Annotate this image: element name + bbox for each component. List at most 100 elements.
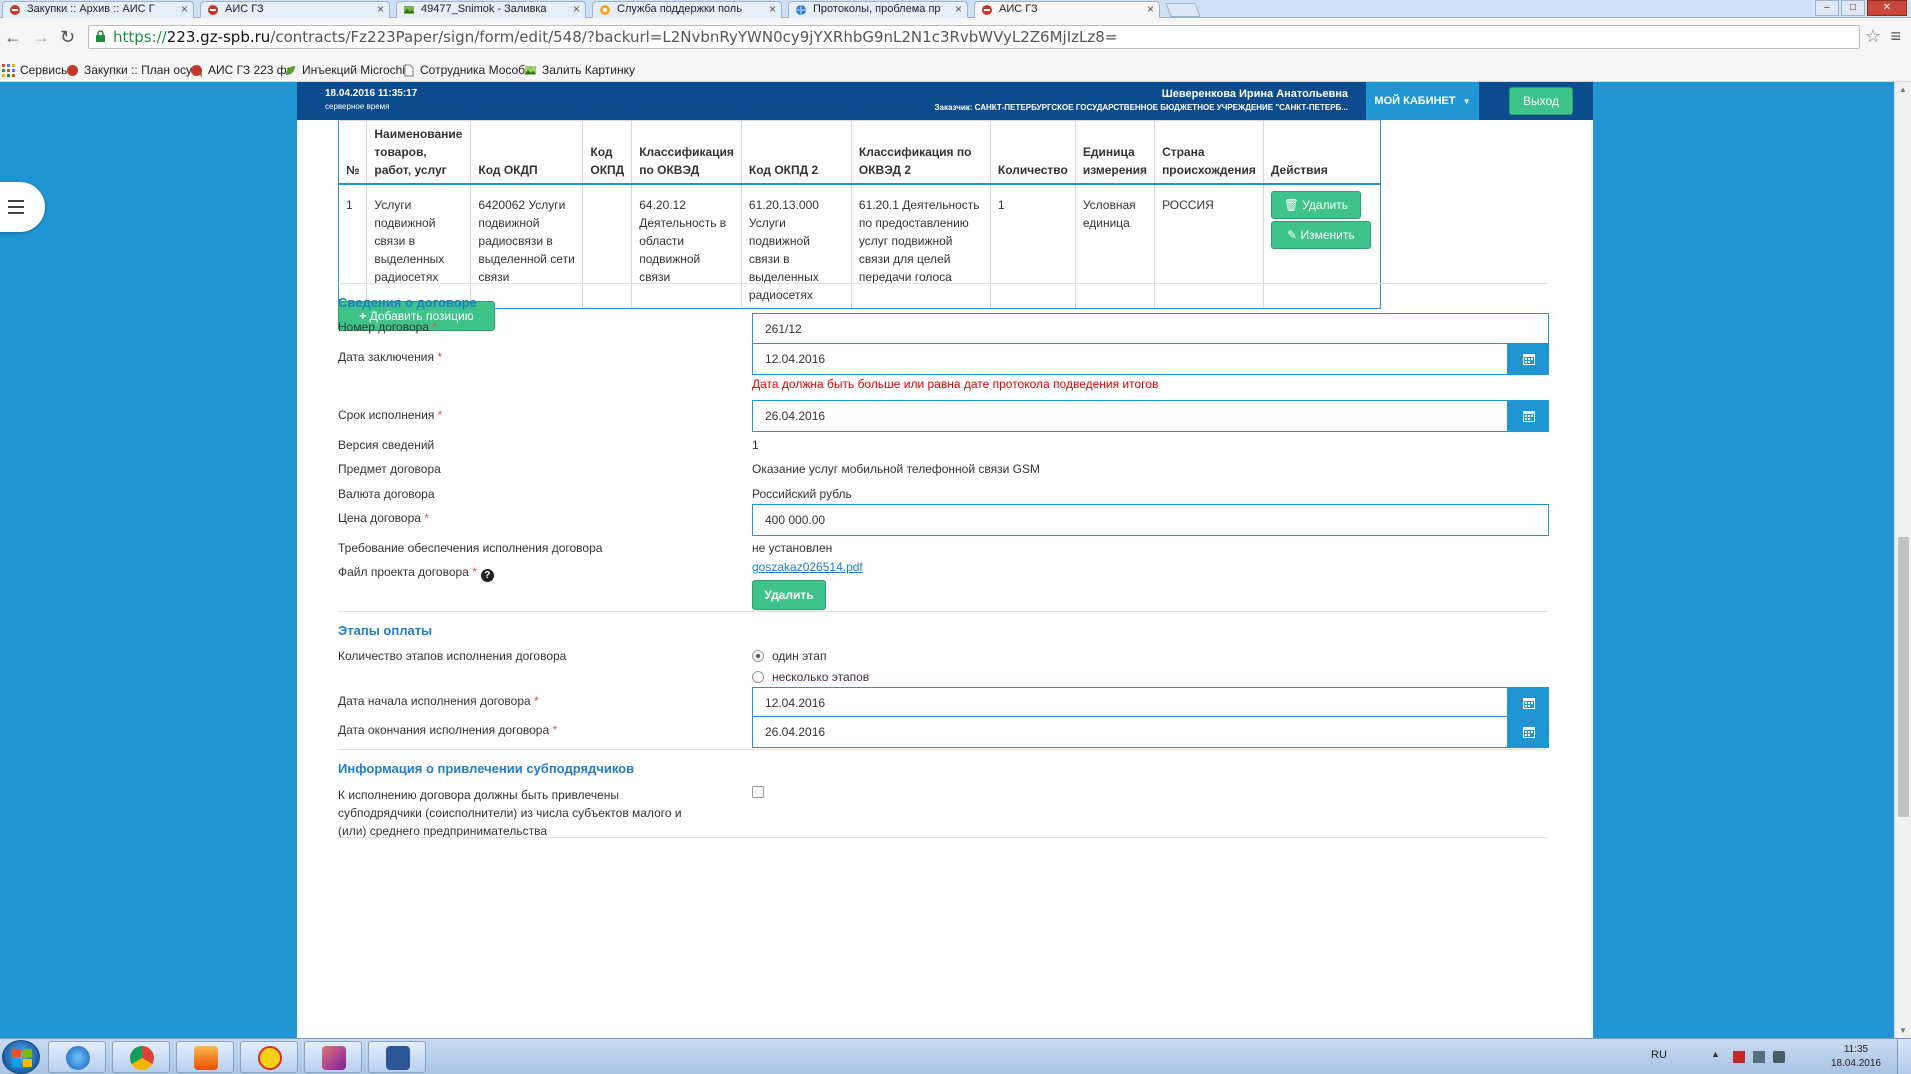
- bookmark-mosobl[interactable]: Сотрудника Мособл: [402, 63, 532, 77]
- divider: [338, 837, 1548, 838]
- contract-number-input[interactable]: [752, 313, 1549, 345]
- taskbar-1c[interactable]: [240, 1041, 298, 1073]
- col-header-name: Наименование товаров, работ, услуг: [366, 120, 472, 185]
- vertical-scrollbar[interactable]: ▲ ▼: [1894, 82, 1911, 1038]
- bookmark-label: АИС ГЗ 223 фз: [208, 63, 293, 77]
- back-arrow-icon[interactable]: ←: [4, 28, 22, 46]
- minimize-icon[interactable]: –: [1815, 0, 1839, 16]
- language-indicator[interactable]: RU: [1651, 1049, 1667, 1061]
- windows-logo-icon: [12, 1049, 32, 1067]
- tray-network-icon[interactable]: [1753, 1051, 1765, 1063]
- end-date-label: Дата окончания исполнения договора *: [338, 723, 558, 737]
- system-clock[interactable]: 11:35 18.04.2016: [1831, 1043, 1881, 1071]
- divider: [338, 749, 1548, 750]
- tab-close-icon[interactable]: ×: [573, 2, 580, 17]
- taskbar-word[interactable]: [368, 1041, 426, 1073]
- bookmarks-bar: Сервисы Закупки :: План осущ АИС ГЗ 223 …: [0, 58, 1911, 82]
- tray-expand-icon[interactable]: ▲: [1711, 1049, 1723, 1061]
- scroll-up-icon[interactable]: ▲: [1899, 85, 1907, 94]
- subcontractors-section-title: Информация о привлечении субподрядчиков: [338, 761, 635, 776]
- browser-tab-2[interactable]: АИС ГЗ ×: [200, 1, 390, 18]
- site-favicon-icon: [208, 5, 218, 15]
- edit-position-button[interactable]: ✎ Изменить: [1270, 221, 1371, 249]
- tab-close-icon[interactable]: ×: [377, 2, 384, 17]
- version-value: 1: [752, 438, 759, 452]
- bookmark-star-icon[interactable]: ☆: [1865, 26, 1881, 47]
- tray-flag-icon[interactable]: [1733, 1051, 1745, 1063]
- radio-several-stages[interactable]: несколько этапов: [752, 670, 869, 684]
- price-input[interactable]: [752, 504, 1549, 536]
- browser-tab-active[interactable]: АИС ГЗ ×: [974, 1, 1160, 18]
- cell-country: РОССИЯ: [1154, 183, 1264, 309]
- my-cabinet-button[interactable]: МОЙ КАБИНЕТ ▼: [1366, 82, 1479, 120]
- bookmark-services[interactable]: Сервисы: [2, 63, 70, 77]
- contract-file-link[interactable]: goszakaz026514.pdf: [752, 560, 863, 574]
- tray-volume-icon[interactable]: [1773, 1051, 1785, 1063]
- term-date-calendar-button[interactable]: [1508, 400, 1549, 432]
- start-button[interactable]: [2, 1040, 40, 1074]
- server-datetime: 18.04.2016 11:35:17: [325, 88, 418, 99]
- edit-icon: ✎: [1287, 228, 1298, 242]
- start-date-input[interactable]: [752, 687, 1508, 719]
- internet-explorer-icon: [66, 1046, 90, 1070]
- browser-tab-4[interactable]: Служба поддержки поль ×: [592, 1, 782, 18]
- browser-tab-1[interactable]: Закупки :: Архив :: АИС Г ×: [2, 1, 194, 18]
- col-header-okpd2: Код ОКПД 2: [740, 120, 852, 185]
- taskbar-app-feather[interactable]: [304, 1041, 362, 1073]
- tab-label: Закупки :: Архив :: АИС Г: [27, 3, 155, 15]
- cell-okved: 64.20.12 Деятельность в области подвижно…: [631, 183, 742, 309]
- close-window-icon[interactable]: ✕: [1867, 0, 1907, 16]
- delete-file-button[interactable]: Удалить: [752, 580, 826, 610]
- new-tab-button[interactable]: [1165, 3, 1201, 17]
- end-date-calendar-button[interactable]: [1508, 716, 1549, 748]
- col-header-actions: Действия: [1262, 120, 1381, 185]
- show-desktop-button[interactable]: [1897, 1039, 1911, 1074]
- reload-icon[interactable]: ↻: [60, 28, 75, 46]
- image-favicon-icon: [404, 6, 414, 14]
- browser-tab-5[interactable]: Протоколы, проблема пр ×: [788, 1, 968, 18]
- logout-button[interactable]: Выход: [1509, 87, 1573, 115]
- tab-close-icon[interactable]: ×: [1147, 2, 1154, 17]
- payment-section-title: Этапы оплаты: [338, 623, 433, 638]
- bookmark-upload-image[interactable]: Залить Картинку: [524, 63, 635, 77]
- help-icon[interactable]: ?: [480, 569, 494, 582]
- tab-close-icon[interactable]: ×: [769, 2, 776, 17]
- file-label: Файл проекта договора *?: [338, 565, 494, 582]
- scroll-down-icon[interactable]: ▼: [1899, 1026, 1907, 1035]
- start-date-calendar-button[interactable]: [1508, 687, 1549, 719]
- conclusion-date-input[interactable]: [752, 343, 1508, 375]
- bookmark-ais-gz[interactable]: АИС ГЗ 223 фз: [190, 63, 292, 77]
- conclusion-date-calendar-button[interactable]: [1508, 343, 1549, 375]
- end-date-input[interactable]: [752, 716, 1508, 748]
- delete-position-button[interactable]: 🗑 Удалить: [1270, 191, 1361, 219]
- subcontractors-checkbox[interactable]: [752, 786, 764, 798]
- tab-close-icon[interactable]: ×: [955, 2, 962, 17]
- system-tray: RU ▲ 11:35 18.04.2016: [1651, 1039, 1911, 1074]
- cell-actions: 🗑 Удалить ✎ Изменить: [1262, 183, 1381, 309]
- bookmark-label: Инъекций Microchip: [302, 63, 412, 77]
- radio-one-stage[interactable]: один этап: [752, 649, 826, 663]
- tab-close-icon[interactable]: ×: [181, 2, 188, 17]
- maximize-icon[interactable]: □: [1841, 0, 1865, 16]
- taskbar-chrome[interactable]: [112, 1041, 170, 1073]
- window-controls: – □ ✕: [1815, 0, 1907, 16]
- sidebar-toggle-button[interactable]: [0, 182, 45, 232]
- caret-down-icon: ▼: [1462, 97, 1471, 106]
- taskbar-ie[interactable]: [48, 1041, 106, 1073]
- forward-arrow-icon[interactable]: →: [32, 28, 50, 46]
- bookmark-microchip[interactable]: Инъекций Microchip: [284, 63, 412, 77]
- browser-menu-icon[interactable]: ≡: [1890, 26, 1901, 47]
- contract-section-title: Сведения о договоре: [338, 295, 477, 310]
- url-input[interactable]: https://223.gz-spb.ru/contracts/Fz223Pap…: [88, 25, 1860, 49]
- scrollbar-thumb[interactable]: [1898, 537, 1909, 817]
- bookmark-label: Закупки :: План осущ: [84, 63, 202, 77]
- server-time-caption: серверное время: [325, 102, 390, 111]
- browser-tab-3[interactable]: 49477_Snimok - Заливка ×: [396, 1, 586, 18]
- bookmark-zakupki-plan[interactable]: Закупки :: План осущ: [66, 63, 202, 77]
- start-date-label: Дата начала исполнения договора *: [338, 694, 539, 708]
- page-viewport: 18.04.2016 11:35:17 серверное время Шеве…: [0, 82, 1911, 1038]
- term-date-input[interactable]: [752, 400, 1508, 432]
- taskbar-media-player[interactable]: [176, 1041, 234, 1073]
- main-content: 18.04.2016 11:35:17 серверное время Шеве…: [297, 82, 1593, 1038]
- leaf-icon: [286, 66, 295, 75]
